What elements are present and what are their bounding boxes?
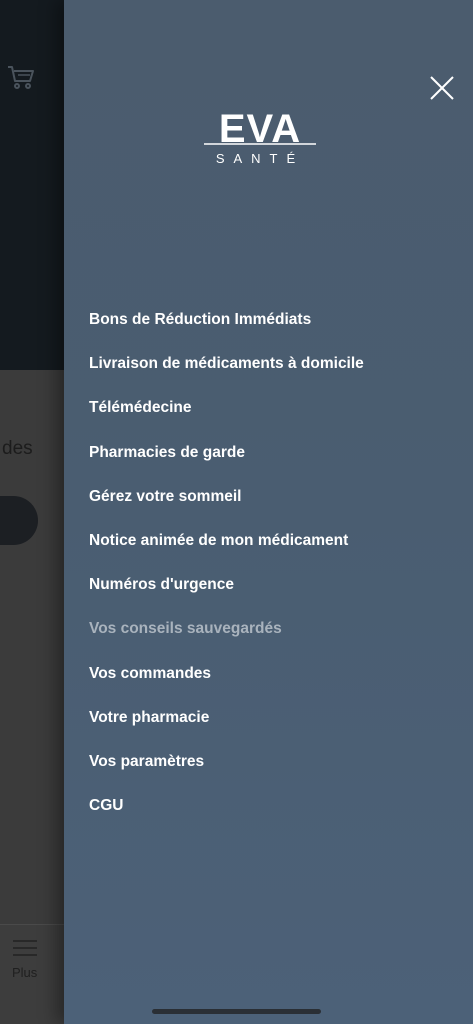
background-partial-text: des bbox=[2, 438, 33, 459]
tab-more-label[interactable]: Plus bbox=[12, 965, 37, 980]
side-drawer: EVA SANTÉ Bons de Réduction Immédiats Liv… bbox=[64, 0, 473, 1024]
logo-subtitle: SANTÉ bbox=[216, 151, 304, 166]
menu-item[interactable]: Pharmacies de garde bbox=[89, 431, 364, 475]
menu-item[interactable]: Vos paramètres bbox=[89, 740, 364, 784]
menu-item[interactable]: Notice animée de mon médicament bbox=[89, 519, 364, 563]
screen: des Plus EVA SANTÉ Bons de Réduction Imm… bbox=[0, 0, 473, 1024]
close-icon[interactable] bbox=[428, 74, 456, 102]
menu-item[interactable]: Vos conseils sauvegardés bbox=[89, 607, 364, 651]
menu-item[interactable]: Livraison de médicaments à domicile bbox=[89, 342, 364, 386]
home-indicator[interactable] bbox=[152, 1009, 321, 1014]
menu-item[interactable]: CGU bbox=[89, 784, 364, 828]
menu-item[interactable]: Gérez votre sommeil bbox=[89, 475, 364, 519]
menu-item[interactable]: Bons de Réduction Immédiats bbox=[89, 298, 364, 342]
hamburger-icon[interactable] bbox=[12, 939, 38, 957]
menu-item[interactable]: Votre pharmacie bbox=[89, 696, 364, 740]
eva-sante-logo: EVA SANTÉ bbox=[204, 107, 316, 166]
menu-item[interactable]: Numéros d'urgence bbox=[89, 563, 364, 607]
cart-icon[interactable] bbox=[6, 62, 36, 92]
menu-item[interactable]: Vos commandes bbox=[89, 652, 364, 696]
menu-item[interactable]: Télémédecine bbox=[89, 386, 364, 430]
drawer-menu: Bons de Réduction Immédiats Livraison de … bbox=[89, 298, 364, 828]
